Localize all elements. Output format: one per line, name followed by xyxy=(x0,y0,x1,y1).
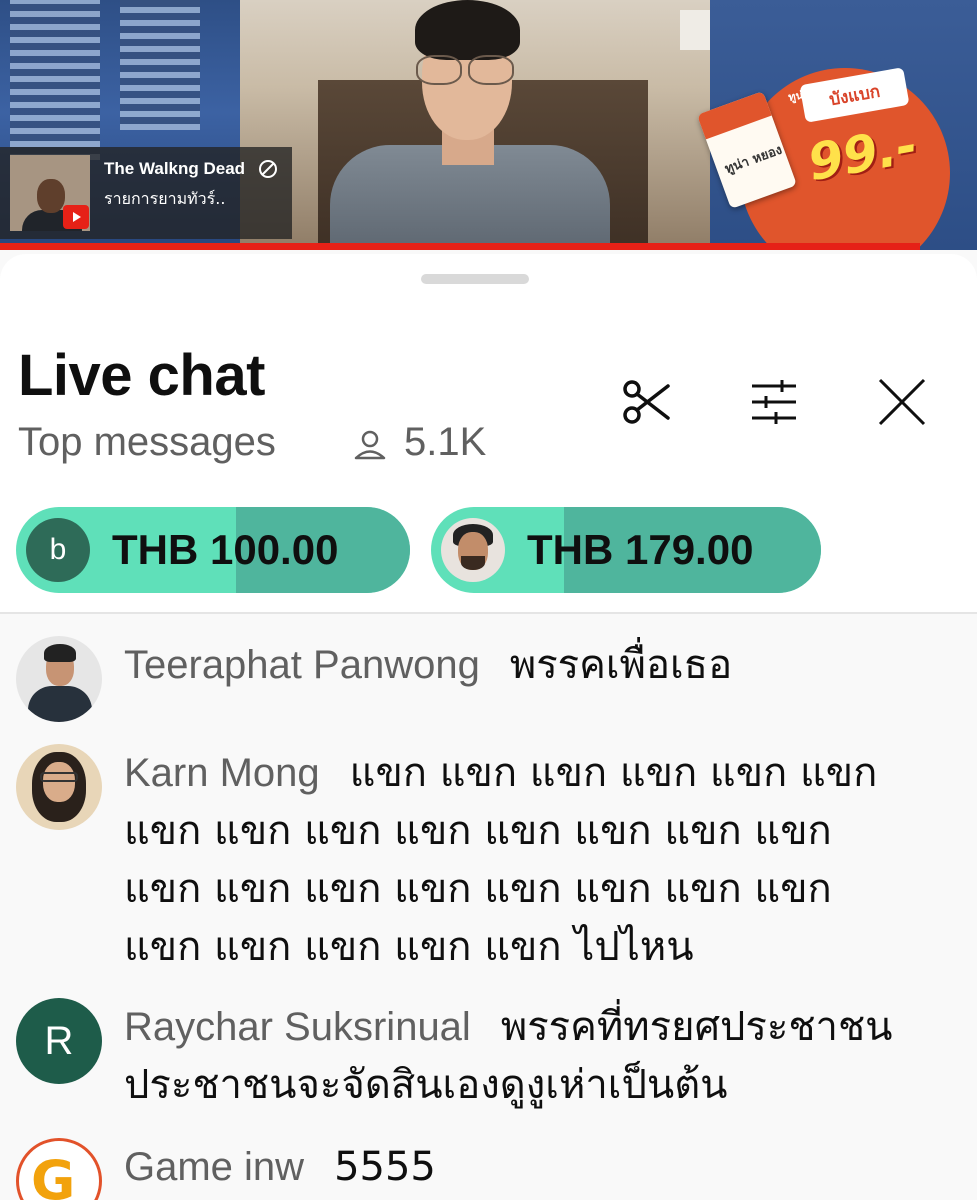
super-chat-amount: THB 179.00 xyxy=(527,526,754,573)
chat-message-list[interactable]: Teeraphat Panwong พรรคเพื่อเธอ Karn Mong แ… xyxy=(0,614,977,1200)
chat-mode-selector[interactable]: Top messages xyxy=(18,420,276,465)
avatar xyxy=(441,518,505,582)
video-player[interactable]: ทูน่าหยอง บังแบก 99.- ทูน่า หยอง The Wal… xyxy=(0,0,977,250)
super-chat-amount: THB 100.00 xyxy=(112,526,339,573)
promo-pack-text: ทูน่า หยอง xyxy=(722,142,785,178)
author-name[interactable]: Karn Mong xyxy=(124,751,320,795)
message-body: Raychar Suksrinual พรรคที่ทรยศประชาชนประช… xyxy=(124,998,914,1114)
person-icon xyxy=(354,430,386,460)
drag-handle[interactable] xyxy=(421,274,529,284)
clip-button[interactable] xyxy=(614,370,678,434)
message-body: Teeraphat Panwong พรรคเพื่อเธอ xyxy=(124,636,914,694)
super-chat-ticker-item[interactable]: THB 179.00 xyxy=(431,507,821,593)
message-text: พรรคเพื่อเธอ xyxy=(509,642,733,688)
avatar[interactable] xyxy=(16,636,102,722)
scissors-icon xyxy=(623,380,670,424)
avatar[interactable]: R xyxy=(16,998,102,1084)
avatar[interactable] xyxy=(16,744,102,830)
youtube-icon xyxy=(63,205,89,229)
video-host xyxy=(330,0,610,250)
video-promo-area: ทูน่าหยอง บังแบก 99.- ทูน่า หยอง xyxy=(697,0,977,250)
author-name[interactable]: Game inw xyxy=(124,1145,304,1189)
super-chat-ticker-item[interactable]: b THB 100.00 xyxy=(16,507,410,593)
viewer-count: 5.1K xyxy=(404,420,487,464)
video-progress-bar[interactable] xyxy=(0,243,920,250)
avatar: b xyxy=(26,518,90,582)
settings-button[interactable] xyxy=(742,370,806,434)
author-name[interactable]: Teeraphat Panwong xyxy=(124,643,480,687)
avatar[interactable]: G xyxy=(16,1138,102,1200)
message-body: Karn Mong แขก แขก แขก แขก แขก แขก แขก แขก… xyxy=(124,744,914,976)
live-chat-panel: Live chat Top messages 5.1K b THB 100.00… xyxy=(0,254,977,1200)
close-button[interactable] xyxy=(870,370,934,434)
message-text: 5555 xyxy=(334,1144,436,1190)
tune-icon xyxy=(752,380,796,424)
close-icon xyxy=(878,378,926,426)
panel-title: Live chat xyxy=(18,343,265,408)
channel-name: The Walkng Dead xyxy=(104,159,246,178)
blocked-icon xyxy=(259,160,277,178)
channel-card[interactable]: The Walkng Dead รายการยามทัวร์.. xyxy=(0,147,292,239)
message-body: Game inw 5555 xyxy=(124,1138,914,1196)
channel-subtitle: รายการยามทัวร์.. xyxy=(104,189,226,208)
author-name[interactable]: Raychar Suksrinual xyxy=(124,1005,471,1049)
